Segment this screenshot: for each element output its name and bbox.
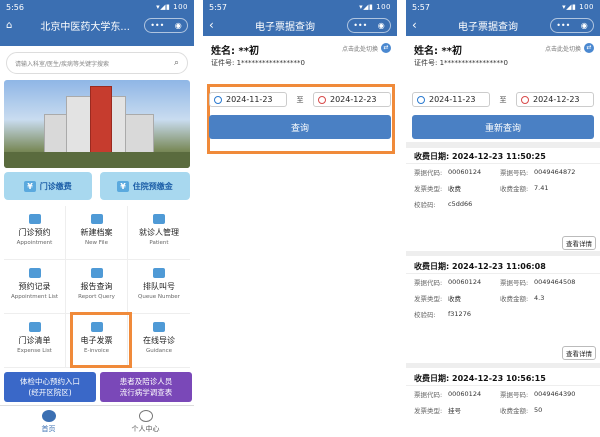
home-header: 5:56 ▾◢▮ 100 ⌂ 北京中医药大学东... ••• ◉ xyxy=(0,0,194,46)
status-bar: 5:57 ▾◢▮ 100 xyxy=(203,0,397,14)
nav-bar: ‹ 电子票据查询 ••• ◉ xyxy=(406,14,600,36)
switch-patient[interactable]: 点击此处切换 ⇄ xyxy=(545,43,594,53)
person-icon xyxy=(138,410,153,422)
bottom-tab-bar: 首页 个人中心 xyxy=(0,405,194,437)
status-bar: 5:57 ▾◢▮ 100 xyxy=(406,0,600,14)
file-icon xyxy=(90,214,103,224)
search-placeholder: 请输入科室/医生/疾病等关键字搜索 xyxy=(15,60,110,68)
status-bar: 5:56 ▾◢▮ 100 xyxy=(0,0,194,14)
panel-divider xyxy=(397,0,406,437)
page-title: 电子票据查询 xyxy=(255,21,315,33)
grid-appointment-list[interactable]: 预约记录 Appointment List xyxy=(4,260,66,314)
close-capsule-icon[interactable]: ◉ xyxy=(175,21,182,30)
view-detail-button[interactable]: 查看详情 xyxy=(562,236,596,250)
header: 5:57 ▾◢▮ 100 ‹ 电子票据查询 ••• ◉ xyxy=(406,0,600,36)
status-icons: ▾◢▮ 100 xyxy=(359,3,391,11)
to-label: 至 xyxy=(296,95,304,104)
checkup-center-banner[interactable]: 体检中心预约入口 (经开区院区) xyxy=(4,372,96,402)
more-icon[interactable]: ••• xyxy=(353,21,367,30)
grid-new-file[interactable]: 新建档案 New File xyxy=(66,206,128,260)
panel-divider xyxy=(194,0,203,437)
deposit-icon: ¥ xyxy=(117,180,129,192)
query-button[interactable]: 查询 xyxy=(209,115,391,139)
close-capsule-icon[interactable]: ◉ xyxy=(581,21,588,30)
to-label: 至 xyxy=(499,95,507,104)
date-range: 2024-11-23 至 2024-12-23 xyxy=(412,92,594,107)
invoice-result-screen: 5:57 ▾◢▮ 100 ‹ 电子票据查询 ••• ◉ 姓名: **初 证件号: … xyxy=(406,0,600,437)
grid-patient[interactable]: 就诊人管理 Patient xyxy=(128,206,190,260)
calendar-icon xyxy=(28,214,41,224)
date-range: 2024-11-23 至 2024-12-23 xyxy=(209,92,391,107)
grid-report-query[interactable]: 报告查询 Report Query xyxy=(66,260,128,314)
start-date-picker[interactable]: 2024-11-23 xyxy=(412,92,490,107)
outpatient-payment-button[interactable]: ¥ 门诊缴费 xyxy=(4,172,92,200)
page-title: 北京中医药大学东... xyxy=(40,21,130,33)
patient-icon xyxy=(153,214,165,224)
list-icon xyxy=(28,268,41,278)
home-icon[interactable]: ⌂ xyxy=(6,20,12,31)
id-number: 证件号: 1*****************0 xyxy=(414,59,508,67)
status-icons: ▾◢▮ 100 xyxy=(156,3,188,11)
record-date: 收费日期: 2024-12-23 11:50:25 xyxy=(406,148,600,164)
status-time: 5:57 xyxy=(209,2,227,12)
more-icon[interactable]: ••• xyxy=(150,21,164,30)
tab-home[interactable]: 首页 xyxy=(0,406,97,437)
more-icon[interactable]: ••• xyxy=(556,21,570,30)
status-icons: ▾◢▮ 100 xyxy=(562,3,594,11)
swap-icon: ⇄ xyxy=(584,43,594,53)
yen-icon: ¥ xyxy=(24,180,36,192)
back-icon[interactable]: ‹ xyxy=(209,18,214,32)
end-date-picker[interactable]: 2024-12-23 xyxy=(516,92,594,107)
status-time: 5:56 xyxy=(6,2,24,12)
close-capsule-icon[interactable]: ◉ xyxy=(378,21,385,30)
home-screen: 5:56 ▾◢▮ 100 ⌂ 北京中医药大学东... ••• ◉ 请输入科室/医生… xyxy=(0,0,194,437)
invoice-record: 收费日期: 2024-12-23 11:06:08 票据代码: 00060124 票… xyxy=(406,258,600,368)
grid-guidance[interactable]: 在线导诊 Guidance xyxy=(128,314,190,368)
id-number: 证件号: 1*****************0 xyxy=(211,59,305,67)
flask-icon xyxy=(90,268,103,278)
search-input[interactable]: 请输入科室/医生/疾病等关键字搜索 ⌕ xyxy=(6,52,188,74)
clock-icon xyxy=(318,95,326,104)
clock-icon xyxy=(417,95,425,104)
nav-bar: ‹ 电子票据查询 ••• ◉ xyxy=(203,14,397,36)
header: 5:57 ▾◢▮ 100 ‹ 电子票据查询 ••• ◉ xyxy=(203,0,397,36)
record-date: 收费日期: 2024-12-23 10:56:15 xyxy=(406,370,600,386)
requery-button[interactable]: 重新查询 xyxy=(412,115,594,139)
receipt-icon xyxy=(28,322,41,332)
home-tab-icon xyxy=(41,410,56,422)
status-time: 5:57 xyxy=(412,2,430,12)
mini-program-capsule[interactable]: ••• ◉ xyxy=(550,18,594,33)
grid-queue-number[interactable]: 排队叫号 Queue Number xyxy=(128,260,190,314)
clock-icon xyxy=(521,95,529,104)
nav-bar: ⌂ 北京中医药大学东... ••• ◉ xyxy=(0,14,194,36)
tab-profile[interactable]: 个人中心 xyxy=(97,406,194,437)
search-icon[interactable]: ⌕ xyxy=(174,58,179,68)
invoice-record: 收费日期: 2024-12-23 10:56:15 票据代码: 00060124 票… xyxy=(406,370,600,437)
end-date-picker[interactable]: 2024-12-23 xyxy=(313,92,391,107)
hospital-banner-image xyxy=(4,80,190,168)
start-date-picker[interactable]: 2024-11-23 xyxy=(209,92,287,107)
record-date: 收费日期: 2024-12-23 11:06:08 xyxy=(406,258,600,274)
e-invoice-highlight-box xyxy=(70,312,132,368)
page-title: 电子票据查询 xyxy=(458,21,518,33)
guide-icon xyxy=(153,322,165,332)
monitor-icon xyxy=(153,268,165,278)
switch-patient[interactable]: 点击此处切换 ⇄ xyxy=(342,43,391,53)
epidemiology-survey-banner[interactable]: 患者及陪诊人员 流行病学调查表 xyxy=(100,372,192,402)
grid-expense-list[interactable]: 门诊清单 Expense List xyxy=(4,314,66,368)
inpatient-deposit-button[interactable]: ¥ 住院预缴金 xyxy=(100,172,190,200)
invoice-query-screen: 5:57 ▾◢▮ 100 ‹ 电子票据查询 ••• ◉ 姓名: **初 证件号: … xyxy=(203,0,397,437)
mini-program-capsule[interactable]: ••• ◉ xyxy=(144,18,188,33)
swap-icon: ⇄ xyxy=(381,43,391,53)
clock-icon xyxy=(214,95,222,104)
back-icon[interactable]: ‹ xyxy=(412,18,417,32)
mini-program-capsule[interactable]: ••• ◉ xyxy=(347,18,391,33)
view-detail-button[interactable]: 查看详情 xyxy=(562,346,596,360)
invoice-record: 收费日期: 2024-12-23 11:50:25 票据代码: 00060124 票… xyxy=(406,148,600,256)
grid-appointment[interactable]: 门诊预约 Appointment xyxy=(4,206,66,260)
